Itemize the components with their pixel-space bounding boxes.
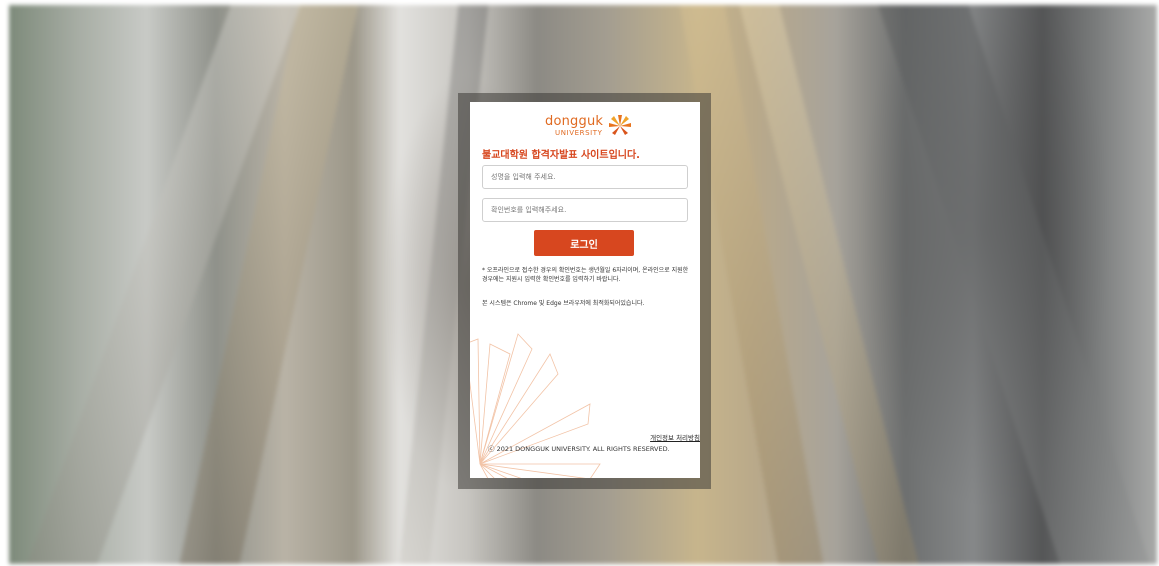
decorative-petal-graphic xyxy=(470,333,601,478)
lotus-logo-icon xyxy=(609,115,631,135)
confirmation-code-input[interactable] xyxy=(482,198,688,222)
logo-wordmark: dongguk xyxy=(545,114,604,129)
dongguk-logo: dongguk UNIVERSITY xyxy=(545,112,635,140)
copyright-text: ⓒ 2021 DONGGUK UNIVERSITY. ALL RIGHTS RE… xyxy=(488,445,670,453)
privacy-policy-link[interactable]: 개인정보 처리방침 xyxy=(650,432,700,442)
browser-compatibility-note: 본 시스템은 Chrome 및 Edge 브라우저에 최적화되어있습니다. xyxy=(482,300,645,307)
page-headline: 불교대학원 합격자발표 사이트입니다. xyxy=(482,150,640,161)
name-input[interactable] xyxy=(482,165,688,189)
confirmation-code-notice: * 오프라인으로 접수한 경우의 확인번호는 생년월일 6자리이며, 온라인으로… xyxy=(482,267,689,283)
login-button[interactable]: 로그인 xyxy=(534,230,634,256)
logo-subtitle: UNIVERSITY xyxy=(555,129,603,137)
login-card: dongguk UNIVERSITY 불교대학원 합격자발표 사이트입니다. 로… xyxy=(470,102,700,478)
